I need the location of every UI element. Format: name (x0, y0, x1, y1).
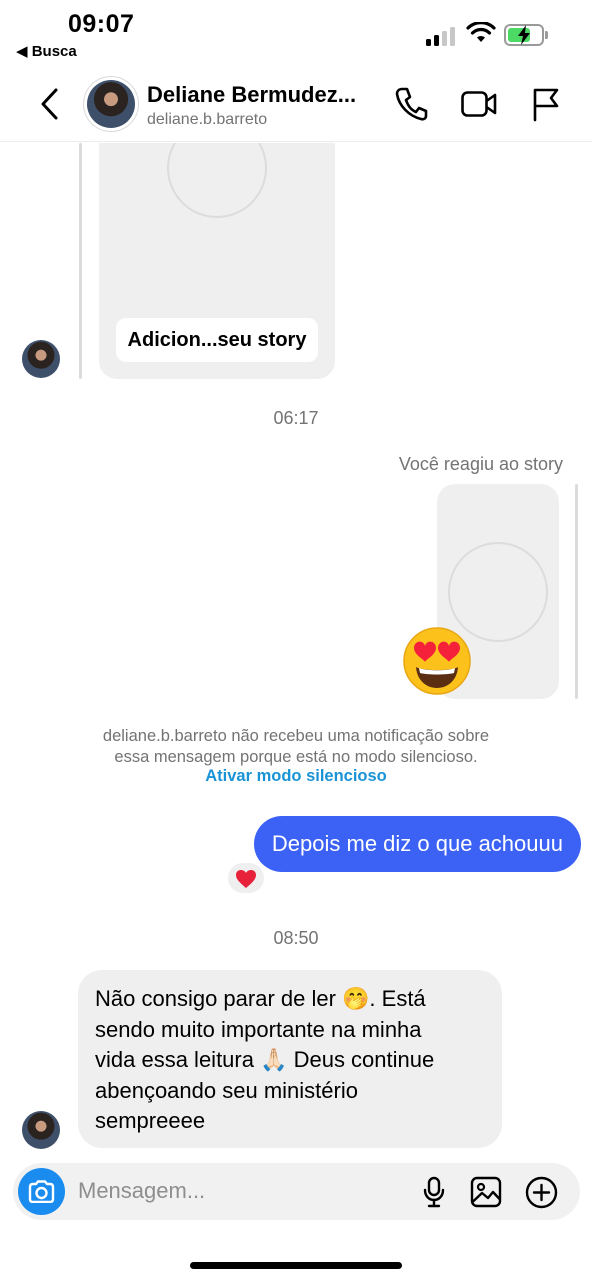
home-indicator (190, 1262, 402, 1269)
story-reply-line (575, 484, 578, 699)
contact-name[interactable]: Deliane Bermudez... (147, 82, 356, 108)
incoming-message-line: Não consigo parar de ler 🤭. Está (95, 986, 426, 1011)
status-time: 09:07 (68, 10, 135, 38)
contact-handle[interactable]: deliane.b.barreto (147, 111, 267, 129)
notice-line-2: essa mensagem porque está no modo silenc… (114, 748, 478, 766)
status-bar: 09:07 ◀ Busca (0, 0, 592, 70)
incoming-message-line: sendo muito importante na minha (95, 1016, 422, 1042)
gallery-icon[interactable] (470, 1176, 502, 1208)
activate-silent-mode-link[interactable]: Ativar modo silencioso (0, 767, 592, 786)
phone-icon[interactable] (394, 86, 428, 122)
add-plus-icon[interactable] (525, 1176, 558, 1209)
story-reply-line (79, 143, 82, 379)
reacted-story-note: Você reagiu ao story (398, 454, 563, 474)
sender-avatar[interactable] (22, 340, 60, 378)
heart-reaction[interactable] (226, 861, 266, 895)
incoming-message-bubble[interactable]: Não consigo parar de ler 🤭. Está sendo m… (78, 970, 502, 1148)
silent-mode-notice: deliane.b.barreto não recebeu uma notifi… (0, 726, 592, 768)
chat-header: Deliane Bermudez... deliane.b.barreto (0, 70, 592, 142)
message-input[interactable] (78, 1176, 398, 1206)
notice-line-1: deliane.b.barreto não recebeu uma notifi… (102, 727, 490, 745)
charging-bolt-icon (518, 25, 530, 45)
heart-eyes-emoji-icon (403, 627, 471, 695)
heart-icon (236, 870, 256, 888)
contact-avatar[interactable] (83, 76, 139, 132)
incoming-message-line: abençoando seu ministério (95, 1077, 358, 1103)
battery-nub (545, 31, 548, 39)
story-label: Adicion...seu story (116, 318, 318, 362)
microphone-icon[interactable] (422, 1176, 446, 1208)
cellular-signal-icon (426, 26, 458, 46)
camera-icon (28, 1180, 55, 1203)
back-chevron-icon[interactable] (36, 86, 64, 122)
camera-button[interactable] (18, 1168, 65, 1215)
incoming-message-line: vida essa leitura 🙏🏻 Deus continue (95, 1047, 435, 1072)
incoming-message-line: sempreeee (95, 1108, 206, 1133)
outgoing-message-bubble[interactable]: Depois me diz o que achouuu (253, 816, 581, 872)
message-composer (13, 1163, 580, 1220)
timestamp-2: 08:50 (273, 928, 319, 948)
timestamp-1: 06:17 (273, 408, 319, 428)
back-to-app-link[interactable]: ◀ Busca (16, 42, 77, 60)
wifi-icon (466, 22, 496, 42)
video-camera-icon[interactable] (460, 86, 498, 122)
sender-avatar[interactable] (22, 1111, 60, 1149)
flag-icon[interactable] (531, 86, 561, 122)
